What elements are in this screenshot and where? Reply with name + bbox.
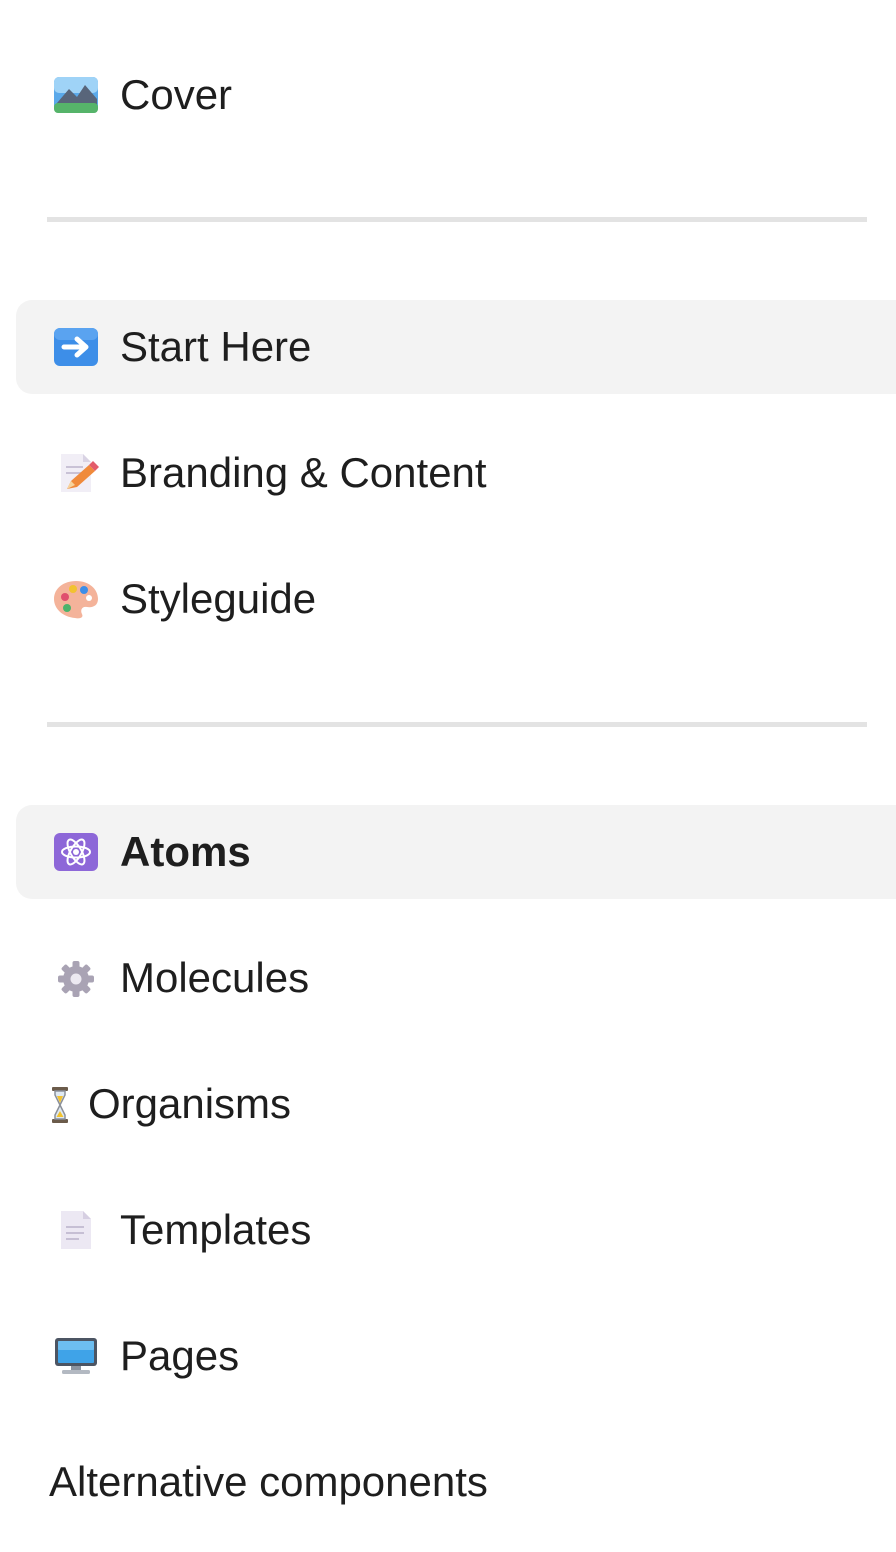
landscape-picture-icon [54, 77, 98, 113]
pages-list: Cover Start Here Branding & Content Styl… [0, 0, 896, 1552]
page-item-branding-content[interactable]: Branding & Content [16, 426, 896, 520]
page-item-cover[interactable]: Cover [16, 48, 896, 142]
page-item-label: Styleguide [120, 575, 317, 622]
hourglass-icon [52, 1087, 68, 1123]
right-arrow-icon [54, 328, 98, 366]
desktop-computer-icon [55, 1338, 97, 1374]
page-facing-up-icon [61, 1211, 91, 1249]
page-item-label: Start Here [120, 323, 312, 370]
page-item-organisms[interactable]: Organisms [16, 1057, 896, 1151]
page-item-label: Molecules [120, 954, 310, 1001]
section-divider [47, 217, 867, 222]
page-item-label: Templates [120, 1206, 312, 1253]
page-item-styleguide[interactable]: Styleguide [16, 552, 896, 646]
page-item-alternative-components[interactable]: Alternative components [16, 1435, 896, 1529]
page-item-label: Pages [120, 1332, 240, 1379]
page-item-label: Organisms [88, 1080, 292, 1127]
artist-palette-icon [54, 581, 98, 619]
page-item-atoms[interactable]: Atoms [16, 805, 896, 899]
page-item-molecules[interactable]: Molecules [16, 931, 896, 1025]
page-item-label: Alternative components [49, 1458, 488, 1505]
page-item-label: Atoms [120, 828, 251, 875]
page-item-start-here[interactable]: Start Here [16, 300, 896, 394]
page-item-pages[interactable]: Pages [16, 1309, 896, 1403]
memo-pencil-icon [61, 454, 99, 492]
page-item-templates[interactable]: Templates [16, 1183, 896, 1277]
atom-symbol-icon [54, 833, 98, 871]
page-item-label: Cover [120, 71, 233, 118]
page-item-label: Branding & Content [120, 449, 487, 496]
section-divider [47, 722, 867, 727]
gear-icon [58, 961, 94, 997]
